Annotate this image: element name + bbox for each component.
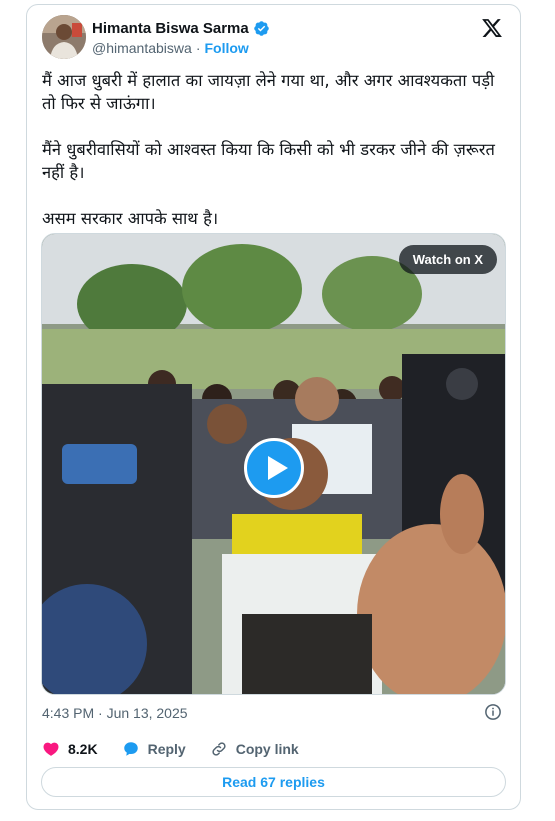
speech-bubble-icon (123, 742, 138, 756)
tweet-timestamp[interactable]: 4:43 PM · Jun 13, 2025 (42, 705, 188, 721)
link-icon (212, 742, 226, 756)
tweet-header: Himanta Biswa Sarma @himantabiswa · Foll… (42, 15, 505, 61)
video-player[interactable]: Watch on X (41, 233, 506, 695)
tweet-actions: 8.2K Reply Copy link (42, 739, 323, 759)
author-handle[interactable]: @himantabiswa (92, 40, 192, 56)
like-button[interactable]: 8.2K (42, 740, 98, 758)
verified-badge-icon (253, 21, 269, 36)
copy-link-button[interactable]: Copy link (210, 740, 299, 758)
read-replies-button[interactable]: Read 67 replies (41, 767, 506, 797)
heart-icon (43, 742, 59, 756)
author-name-row: Himanta Biswa Sarma (92, 20, 270, 37)
tweet-embed-card: Himanta Biswa Sarma @himantabiswa · Foll… (26, 4, 521, 810)
author-name[interactable]: Himanta Biswa Sarma (92, 20, 249, 37)
reply-button[interactable]: Reply (122, 740, 186, 758)
handle-row: @himantabiswa · Follow (92, 40, 249, 56)
separator-dot: · (195, 40, 201, 56)
avatar[interactable] (42, 15, 86, 59)
tweet-paragraph: मैंने धुबरीवासियों को आश्वस्त किया कि कि… (42, 140, 495, 182)
tweet-text: मैं आज धुबरी में हालात का जायज़ा लेने गय… (42, 69, 512, 253)
reply-label: Reply (147, 741, 186, 757)
x-logo-icon[interactable] (481, 17, 503, 39)
info-icon[interactable] (484, 703, 502, 721)
watch-on-x-button[interactable]: Watch on X (398, 245, 497, 274)
like-count: 8.2K (68, 741, 98, 757)
copy-link-label: Copy link (235, 741, 299, 757)
play-button[interactable] (244, 438, 304, 498)
tweet-paragraph: मैं आज धुबरी में हालात का जायज़ा लेने गय… (42, 71, 495, 113)
tweet-paragraph: असम सरकार आपके साथ है। (42, 209, 219, 228)
follow-button[interactable]: Follow (204, 40, 248, 56)
